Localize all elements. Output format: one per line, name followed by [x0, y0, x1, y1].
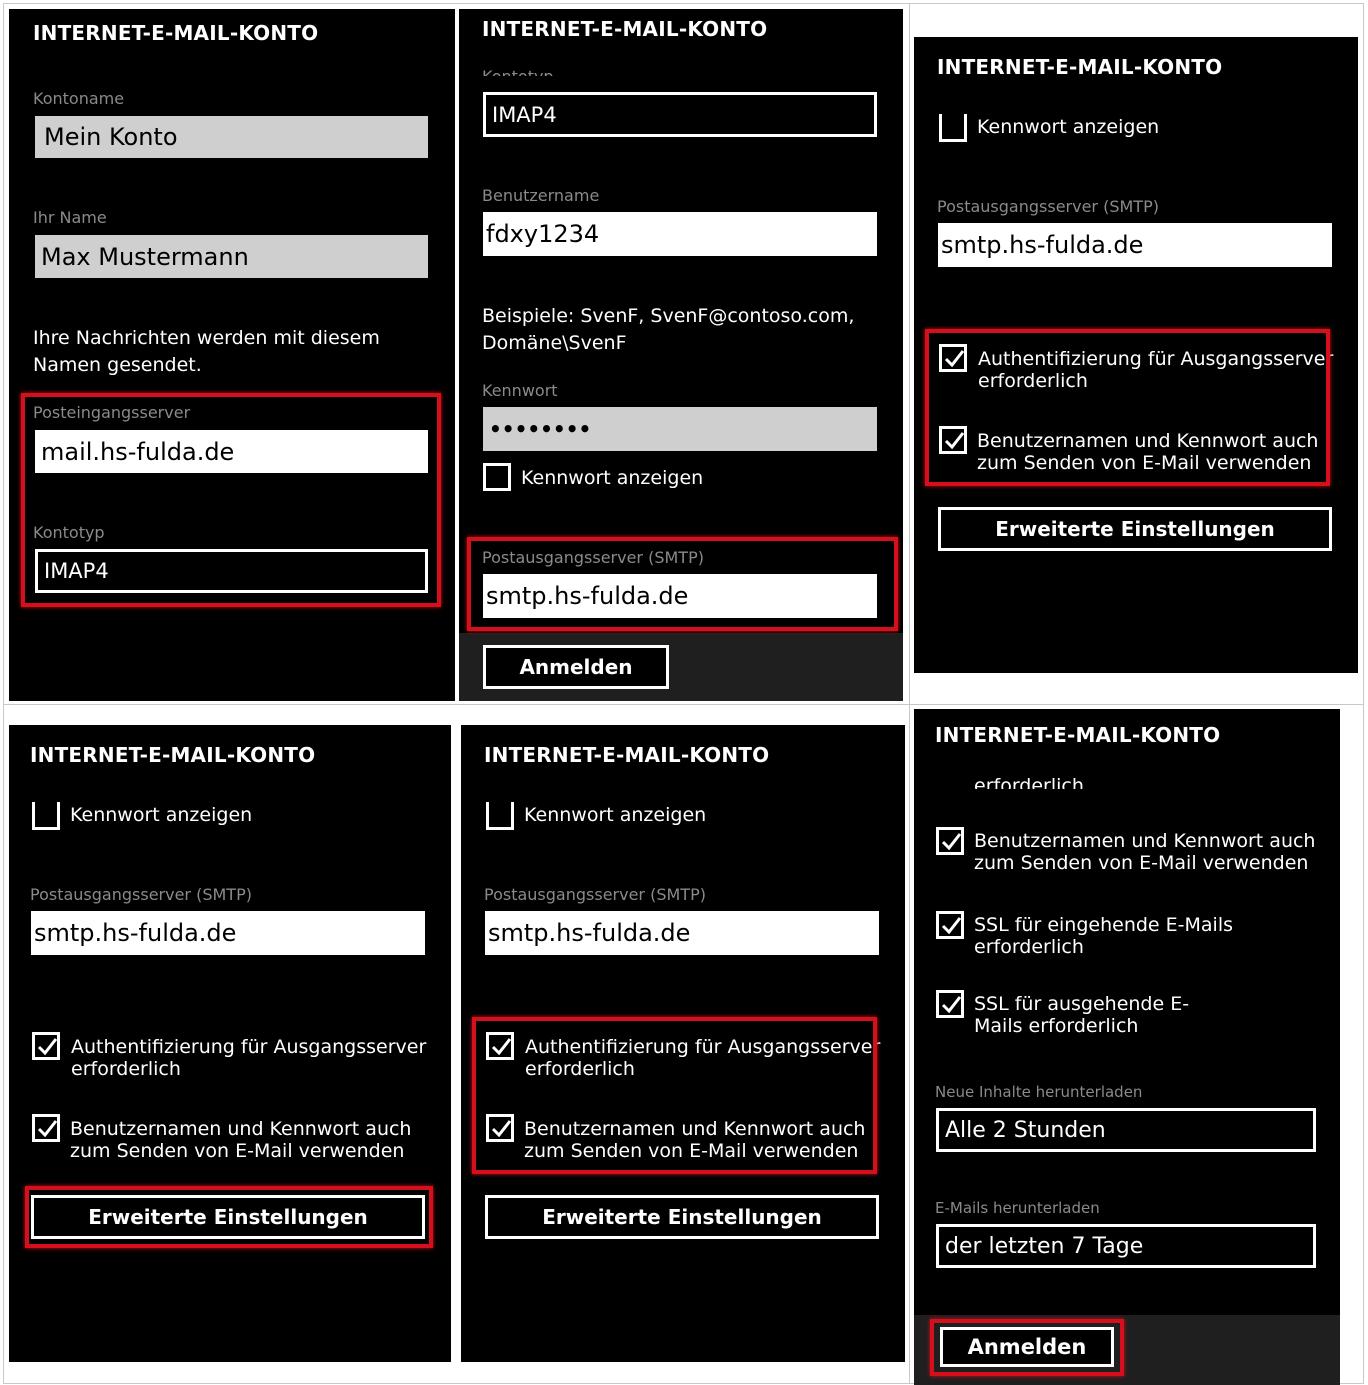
kennwort-anzeigen-label: Kennwort anzeigen	[70, 804, 253, 826]
screen-outgoing-auth: INTERNET-E-MAIL-KONTO Kennwort anzeigen …	[914, 37, 1358, 673]
kennwort-anzeigen-checkbox[interactable]	[483, 463, 511, 491]
auth-ausgang-checkbox[interactable]	[32, 1032, 60, 1060]
label-benutzername: Benutzername	[482, 186, 600, 205]
benutzer-kennwort-checkbox[interactable]	[939, 426, 967, 454]
auth-ausgang-checkbox[interactable]	[486, 1032, 514, 1060]
erforderlich-cut-text: erforderlich	[974, 775, 1084, 789]
auth-ausgang-label: Authentifizierung für Ausgangsserver erf…	[71, 1036, 427, 1080]
ssl-eingehend-label: SSL für eingehende E-Mails erforderlich	[974, 914, 1234, 958]
postausgang-input[interactable]: smtp.hs-fulda.de	[485, 911, 879, 955]
emails-herunterladen-select[interactable]: der letzten 7 Tage	[936, 1224, 1316, 1268]
anmelden-button[interactable]: Anmelden	[940, 1327, 1114, 1367]
kennwort-anzeigen-checkbox[interactable]	[939, 114, 967, 142]
kennwort-anzeigen-checkbox[interactable]	[32, 802, 60, 830]
kontoname-input[interactable]: Mein Konto	[35, 116, 428, 158]
postausgang-input[interactable]: smtp.hs-fulda.de	[483, 574, 877, 618]
kontotyp-select[interactable]: IMAP4	[35, 549, 428, 593]
anmelden-button[interactable]: Anmelden	[483, 645, 669, 689]
checkmark-icon	[941, 917, 962, 935]
screen-credentials: INTERNET-E-MAIL-KONTO Kontotyp IMAP4 Ben…	[459, 9, 903, 701]
screen-ssl-sync: INTERNET-E-MAIL-KONTO erforderlich Benut…	[914, 709, 1340, 1385]
postausgang-input[interactable]: smtp.hs-fulda.de	[31, 911, 425, 955]
label-emails-herunterladen: E-Mails herunterladen	[935, 1199, 1100, 1217]
kennwort-input[interactable]: ••••••••	[483, 407, 877, 451]
label-neue-inhalte: Neue Inhalte herunterladen	[935, 1083, 1143, 1101]
neue-inhalte-select[interactable]: Alle 2 Stunden	[936, 1108, 1316, 1152]
ssl-ausgehend-label: SSL für ausgehende E-Mails erforderlich	[974, 993, 1190, 1037]
label-postausgang: Postausgangsserver (SMTP)	[937, 197, 1159, 216]
erweiterte-einstellungen-button[interactable]: Erweiterte Einstellungen	[938, 507, 1332, 551]
benutzer-kennwort-checkbox[interactable]	[486, 1114, 514, 1142]
checkmark-icon	[944, 350, 965, 368]
label-postausgang: Postausgangsserver (SMTP)	[30, 885, 252, 904]
screen-account-details: INTERNET-E-MAIL-KONTO Kontoname Mein Kon…	[9, 9, 455, 701]
kennwort-anzeigen-checkbox[interactable]	[486, 802, 514, 830]
page-title: INTERNET-E-MAIL-KONTO	[482, 17, 768, 41]
ssl-eingehend-checkbox[interactable]	[936, 911, 964, 939]
kennwort-anzeigen-label: Kennwort anzeigen	[977, 116, 1160, 138]
name-hint-text: Ihre Nachrichten werden mit diesem Namen…	[33, 327, 380, 376]
checkmark-icon	[491, 1038, 512, 1056]
label-kontoname: Kontoname	[33, 89, 125, 108]
checkmark-icon	[491, 1120, 512, 1138]
label-kontotyp-cut: Kontotyp	[482, 63, 554, 76]
kennwort-anzeigen-label: Kennwort anzeigen	[521, 467, 704, 489]
benutzer-kennwort-checkbox[interactable]	[32, 1114, 60, 1142]
benutzer-kennwort-label: Benutzernamen und Kennwort auch zum Send…	[524, 1118, 866, 1162]
ihr-name-input[interactable]: Max Mustermann	[35, 235, 428, 278]
screen-auth-highlight: INTERNET-E-MAIL-KONTO Kennwort anzeigen …	[461, 725, 905, 1362]
posteingang-input[interactable]: mail.hs-fulda.de	[35, 430, 428, 473]
label-kontotyp: Kontotyp	[33, 523, 105, 542]
checkmark-icon	[37, 1038, 58, 1056]
screen-advanced-button: INTERNET-E-MAIL-KONTO Kennwort anzeigen …	[9, 725, 451, 1362]
label-postausgang: Postausgangsserver (SMTP)	[484, 885, 706, 904]
benutzer-kennwort-label: Benutzernamen und Kennwort auch zum Send…	[977, 430, 1319, 474]
benutzer-kennwort-label: Benutzernamen und Kennwort auch zum Send…	[974, 830, 1316, 874]
ssl-ausgehend-checkbox[interactable]	[936, 990, 964, 1018]
checkmark-icon	[941, 996, 962, 1014]
label-postausgang: Postausgangsserver (SMTP)	[482, 548, 704, 567]
page-title: INTERNET-E-MAIL-KONTO	[935, 723, 1221, 747]
auth-ausgang-label: Authentifizierung für Ausgangsserver erf…	[978, 348, 1334, 392]
kennwort-anzeigen-label: Kennwort anzeigen	[524, 804, 707, 826]
benutzername-input[interactable]: fdxy1234	[483, 212, 877, 256]
kontotyp-select[interactable]: IMAP4	[483, 92, 877, 137]
page-title: INTERNET-E-MAIL-KONTO	[30, 743, 316, 767]
postausgang-input[interactable]: smtp.hs-fulda.de	[938, 223, 1332, 267]
erweiterte-einstellungen-button[interactable]: Erweiterte Einstellungen	[485, 1195, 879, 1239]
checkmark-icon	[37, 1120, 58, 1138]
beispiele-text: Beispiele: SvenF, SvenF@contoso.com, Dom…	[482, 305, 855, 354]
label-ihr-name: Ihr Name	[33, 208, 107, 227]
page-title: INTERNET-E-MAIL-KONTO	[937, 55, 1223, 79]
auth-ausgang-checkbox[interactable]	[939, 344, 967, 372]
label-kennwort: Kennwort	[482, 381, 558, 400]
page-title: INTERNET-E-MAIL-KONTO	[484, 743, 770, 767]
label-posteingang: Posteingangsserver	[33, 403, 191, 422]
benutzer-kennwort-label: Benutzernamen und Kennwort auch zum Send…	[70, 1118, 412, 1162]
checkmark-icon	[944, 432, 965, 450]
auth-ausgang-label: Authentifizierung für Ausgangsserver erf…	[525, 1036, 881, 1080]
page-title: INTERNET-E-MAIL-KONTO	[33, 21, 319, 45]
benutzer-kennwort-checkbox[interactable]	[936, 827, 964, 855]
erweiterte-einstellungen-button[interactable]: Erweiterte Einstellungen	[31, 1195, 425, 1239]
checkmark-icon	[941, 833, 962, 851]
